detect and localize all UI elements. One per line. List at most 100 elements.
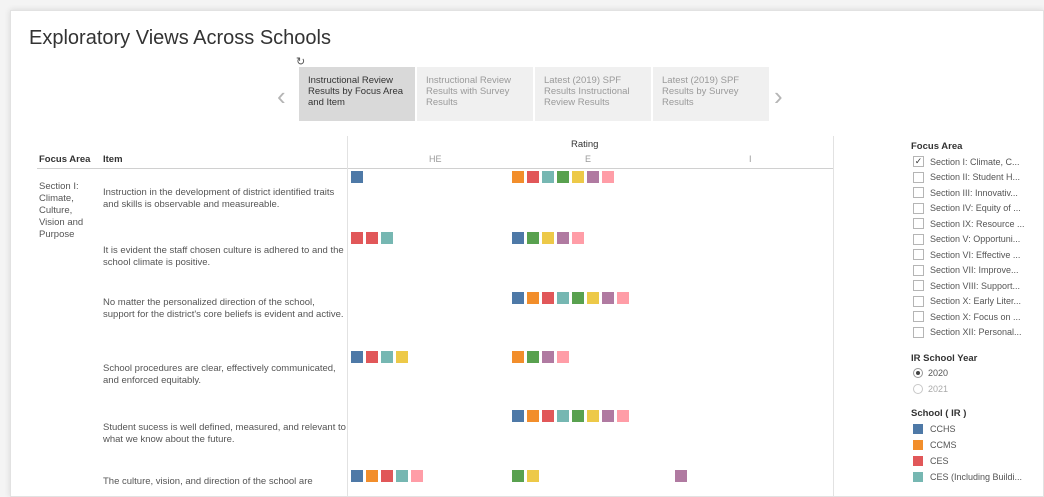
ir-school-year-title: IR School Year [911,353,978,364]
rating-mark[interactable] [366,232,378,244]
rating-right-divider [833,136,834,496]
rating-mark[interactable] [572,232,584,244]
next-icon[interactable]: › [774,81,783,112]
school-legend-item[interactable]: CES [913,456,949,466]
rating-mark[interactable] [512,171,524,183]
checkbox-icon [913,295,924,307]
rating-mark[interactable] [602,171,614,183]
radio-unselected-icon [913,384,923,394]
radio-selected-icon [913,368,923,378]
previous-icon[interactable]: ‹ [277,81,286,112]
school-legend-label: CCMS [930,440,957,450]
header-divider [37,168,833,169]
rating-column-i: I [749,154,752,164]
rating-mark[interactable] [512,232,524,244]
rating-mark[interactable] [542,171,554,183]
rating-mark[interactable] [527,470,539,482]
rating-mark[interactable] [557,292,569,304]
rating-header: Rating [571,139,599,150]
tab-ir-results-with-survey[interactable]: Instructional Review Results with Survey… [417,67,533,121]
focus-area-option[interactable]: Section IV: Equity of ... [913,202,1021,214]
focus-area-option[interactable]: Section IX: Resource ... [913,218,1025,229]
rating-mark[interactable] [572,410,584,422]
rating-column-e: E [585,154,592,164]
tab-spf-ir-results[interactable]: Latest (2019) SPF Results Instructional … [535,67,651,121]
checkbox-icon [913,326,924,338]
focus-area-option-label: Section I: Climate, C... [930,156,1020,167]
year-option-2020[interactable]: 2020 [913,368,948,378]
rating-mark[interactable] [512,470,524,482]
checkbox-icon [913,218,924,229]
rating-mark[interactable] [542,232,554,244]
year-option-label: 2021 [928,384,949,394]
rating-mark[interactable] [366,470,378,482]
year-option-2021[interactable]: 2021 [913,384,948,394]
color-swatch [913,456,923,466]
rating-mark[interactable] [602,410,614,422]
tab-spf-survey-results[interactable]: Latest (2019) SPF Results by Survey Resu… [653,67,769,121]
rating-mark[interactable] [411,470,423,482]
rating-mark[interactable] [527,292,539,304]
rating-mark[interactable] [557,410,569,422]
checkbox-icon [913,280,924,291]
year-option-label: 2020 [928,368,949,378]
rating-mark[interactable] [572,171,584,183]
rating-mark[interactable] [381,470,393,482]
rating-mark[interactable] [557,351,569,363]
focus-area-option[interactable]: Section III: Innovativ... [913,187,1018,198]
rating-mark[interactable] [542,410,554,422]
rating-mark[interactable] [542,351,554,363]
tab-ir-results-by-focus-area[interactable]: Instructional Review Results by Focus Ar… [299,67,415,121]
rating-mark[interactable] [512,292,524,304]
rating-mark[interactable] [396,351,408,363]
item-header: Item [103,154,123,165]
focus-area-option[interactable]: Section X: Early Liter... [913,295,1021,307]
rating-mark[interactable] [351,171,363,183]
rating-mark[interactable] [587,171,599,183]
rating-mark[interactable] [602,292,614,304]
rating-mark[interactable] [381,232,393,244]
checkbox-icon [913,202,924,214]
focus-area-option[interactable]: Section V: Opportuni... [913,233,1021,245]
focus-area-option-label: Section II: Student H... [930,172,1021,182]
checkbox-icon [913,249,924,260]
page-title: Exploratory Views Across Schools [29,27,331,49]
checkbox-icon [913,171,924,183]
rating-mark[interactable] [366,351,378,363]
rating-mark[interactable] [381,351,393,363]
rating-mark[interactable] [587,292,599,304]
rating-mark[interactable] [617,292,629,304]
focus-area-option[interactable]: Section II: Student H... [913,171,1021,183]
rating-mark[interactable] [351,232,363,244]
focus-area-option-label: Section VI: Effective ... [930,249,1021,260]
rating-mark[interactable] [351,470,363,482]
focus-area-option-label: Section V: Opportuni... [930,234,1021,244]
rating-mark[interactable] [617,410,629,422]
rating-mark[interactable] [527,232,539,244]
item-row-5: Student sucess is well defined, measured… [103,422,346,445]
rating-mark[interactable] [587,410,599,422]
rating-mark[interactable] [527,171,539,183]
rating-mark[interactable] [542,292,554,304]
rating-mark[interactable] [675,470,687,482]
school-legend-item[interactable]: CCMS [913,440,957,450]
focus-area-header: Focus Area [39,154,91,165]
school-legend-item[interactable]: CES (Including Buildi... [913,472,1022,482]
school-legend-item[interactable]: CCHS [913,424,956,434]
focus-area-option[interactable]: ✓ Section I: Climate, C... [913,156,1020,167]
rating-mark[interactable] [351,351,363,363]
rating-mark[interactable] [572,292,584,304]
rating-mark[interactable] [557,171,569,183]
focus-area-option[interactable]: Section VII: Improve... [913,264,1019,276]
rating-mark[interactable] [512,410,524,422]
rating-mark[interactable] [527,351,539,363]
focus-area-option[interactable]: Section VI: Effective ... [913,249,1020,260]
rating-mark[interactable] [396,470,408,482]
school-legend-label: CES (Including Buildi... [930,472,1023,482]
rating-mark[interactable] [527,410,539,422]
focus-area-option[interactable]: Section VIII: Support... [913,280,1020,291]
focus-area-option[interactable]: Section X: Focus on ... [913,311,1021,322]
rating-mark[interactable] [512,351,524,363]
focus-area-option[interactable]: Section XII: Personal... [913,326,1022,338]
rating-mark[interactable] [557,232,569,244]
